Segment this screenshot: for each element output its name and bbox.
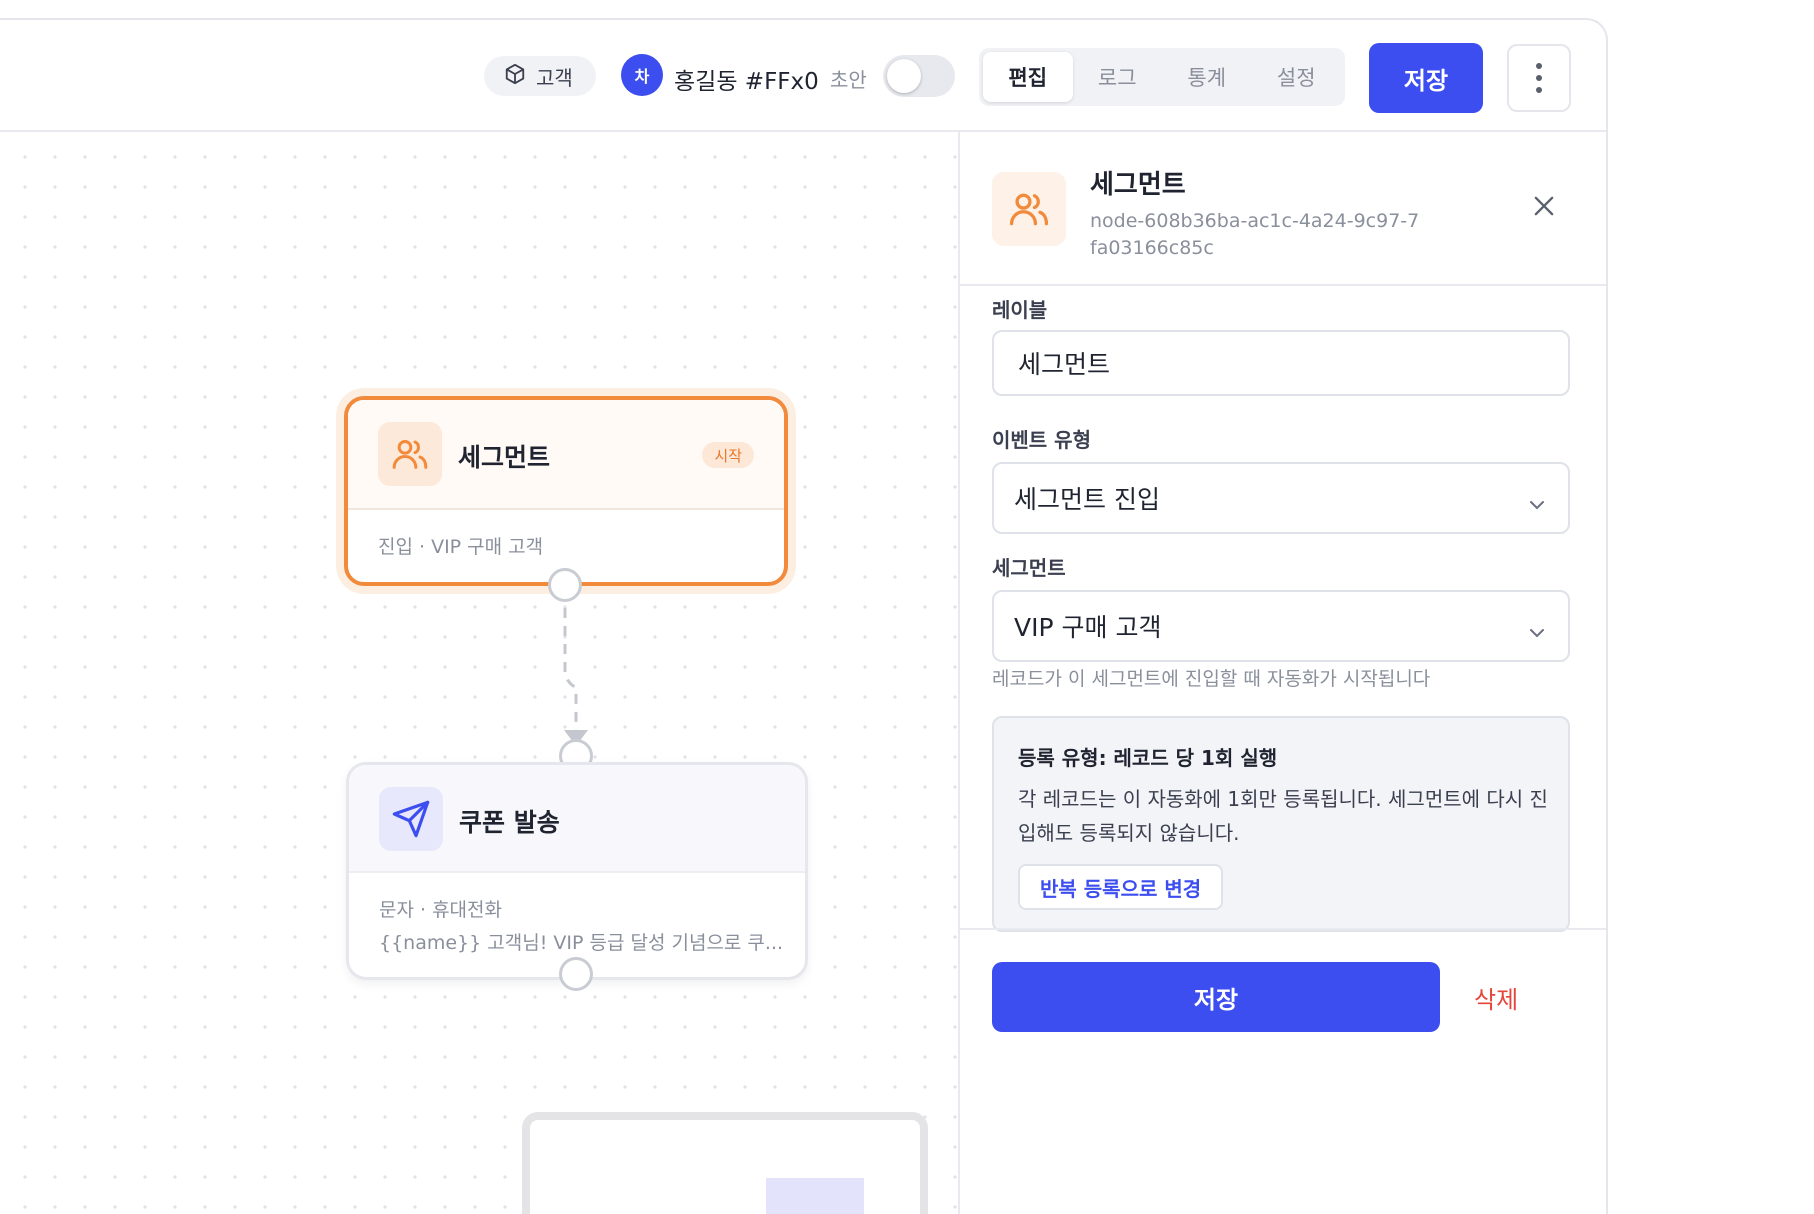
flow-canvas[interactable]: 세그먼트 시작 진입 · VIP 구매 고객 쿠폰 발송 문자 · 휴대전화 {… (0, 132, 958, 1214)
panel-title: 세그먼트 (1090, 170, 1186, 200)
view-tabs: 편집 로그 통계 설정 (979, 48, 1345, 106)
segment-field-label: 세그먼트 (992, 556, 1066, 580)
more-vertical-icon (1536, 63, 1542, 69)
panel-save-button[interactable]: 저장 (992, 962, 1440, 1032)
label-input[interactable]: 세그먼트 (992, 330, 1570, 396)
object-type-label: 고객 (536, 65, 573, 90)
draft-toggle[interactable] (883, 55, 955, 97)
segment-node[interactable]: 세그먼트 시작 진입 · VIP 구매 고객 (344, 396, 788, 586)
label-field-label: 레이블 (992, 298, 1048, 322)
send-icon (379, 787, 443, 851)
add-node-placeholder[interactable] (522, 1112, 928, 1214)
output-port[interactable] (559, 957, 593, 991)
node-header: 세그먼트 시작 (348, 400, 784, 510)
node-title: 쿠폰 발송 (459, 808, 560, 837)
tab-edit[interactable]: 편집 (983, 52, 1073, 102)
users-icon (992, 172, 1066, 246)
event-type-value: 세그먼트 진입 (1014, 485, 1160, 514)
more-dot (1536, 75, 1542, 81)
start-badge: 시작 (702, 442, 754, 468)
enrollment-info-box: 등록 유형: 레코드 당 1회 실행 각 레코드는 이 자동화에 1회만 등록됩… (992, 716, 1570, 932)
coupon-send-node[interactable]: 쿠폰 발송 문자 · 휴대전화 {{name}} 고객님! VIP 등급 달성 … (346, 762, 808, 980)
delete-button[interactable]: 삭제 (1474, 980, 1518, 1015)
segment-select[interactable]: VIP 구매 고객 (992, 590, 1570, 662)
node-title: 세그먼트 (458, 443, 551, 472)
flow-connector (563, 590, 588, 746)
event-type-label: 이벤트 유형 (992, 428, 1091, 452)
panel-footer: 저장 삭제 (960, 928, 1606, 1068)
tab-stats[interactable]: 통계 (1162, 52, 1252, 102)
tab-settings[interactable]: 설정 (1252, 52, 1342, 102)
node-settings-panel: 세그먼트 node-608b36ba-ac1c-4a24-9c97-7fa031… (958, 132, 1606, 1214)
label-input-value: 세그먼트 (1018, 350, 1111, 379)
top-bar: 고객 차 홍길동 #FFx0 초안 편집 로그 통계 설정 저장 (0, 20, 1606, 132)
placeholder-bar (766, 1178, 864, 1214)
automation-editor: 고객 차 홍길동 #FFx0 초안 편집 로그 통계 설정 저장 세그먼트 시작… (0, 18, 1608, 1214)
more-options-button[interactable] (1507, 44, 1571, 112)
tab-logs[interactable]: 로그 (1073, 52, 1163, 102)
more-dot (1536, 87, 1542, 93)
node-header: 쿠폰 발송 (349, 765, 805, 873)
users-icon (378, 422, 442, 486)
save-button[interactable]: 저장 (1369, 43, 1483, 113)
segment-helper-text: 레코드가 이 세그먼트에 진입할 때 자동화가 시작됩니다 (992, 668, 1431, 690)
chevron-down-icon (1528, 618, 1546, 647)
node-subtitle: 문자 · 휴대전화 (379, 899, 502, 921)
node-message-preview: {{name}} 고객님! VIP 등급 달성 기념으로 쿠... (379, 932, 784, 954)
node-subtitle: 진입 · VIP 구매 고객 (378, 536, 544, 558)
close-icon[interactable] (1530, 192, 1558, 220)
chevron-down-icon (1528, 490, 1546, 519)
segment-value: VIP 구매 고객 (1014, 613, 1162, 642)
enrollment-description: 각 레코드는 이 자동화에 1회만 등록됩니다. 세그먼트에 다시 진입해도 등… (1018, 787, 1548, 845)
toggle-knob (887, 59, 921, 93)
enrollment-type-title: 등록 유형: 레코드 당 1회 실행 (1018, 746, 1278, 770)
user-name: 홍길동 #FFx0 (674, 69, 819, 95)
change-to-repeat-button[interactable]: 반복 등록으로 변경 (1018, 864, 1224, 910)
avatar[interactable]: 차 (621, 54, 663, 96)
event-type-select[interactable]: 세그먼트 진입 (992, 462, 1570, 534)
node-id: node-608b36ba-ac1c-4a24-9c97-7fa03166c85… (1090, 210, 1420, 259)
object-type-chip[interactable]: 고객 (484, 56, 596, 96)
cube-icon (504, 63, 526, 90)
draft-label: 초안 (830, 68, 867, 92)
panel-header: 세그먼트 node-608b36ba-ac1c-4a24-9c97-7fa031… (960, 132, 1606, 286)
output-port[interactable] (548, 568, 582, 602)
